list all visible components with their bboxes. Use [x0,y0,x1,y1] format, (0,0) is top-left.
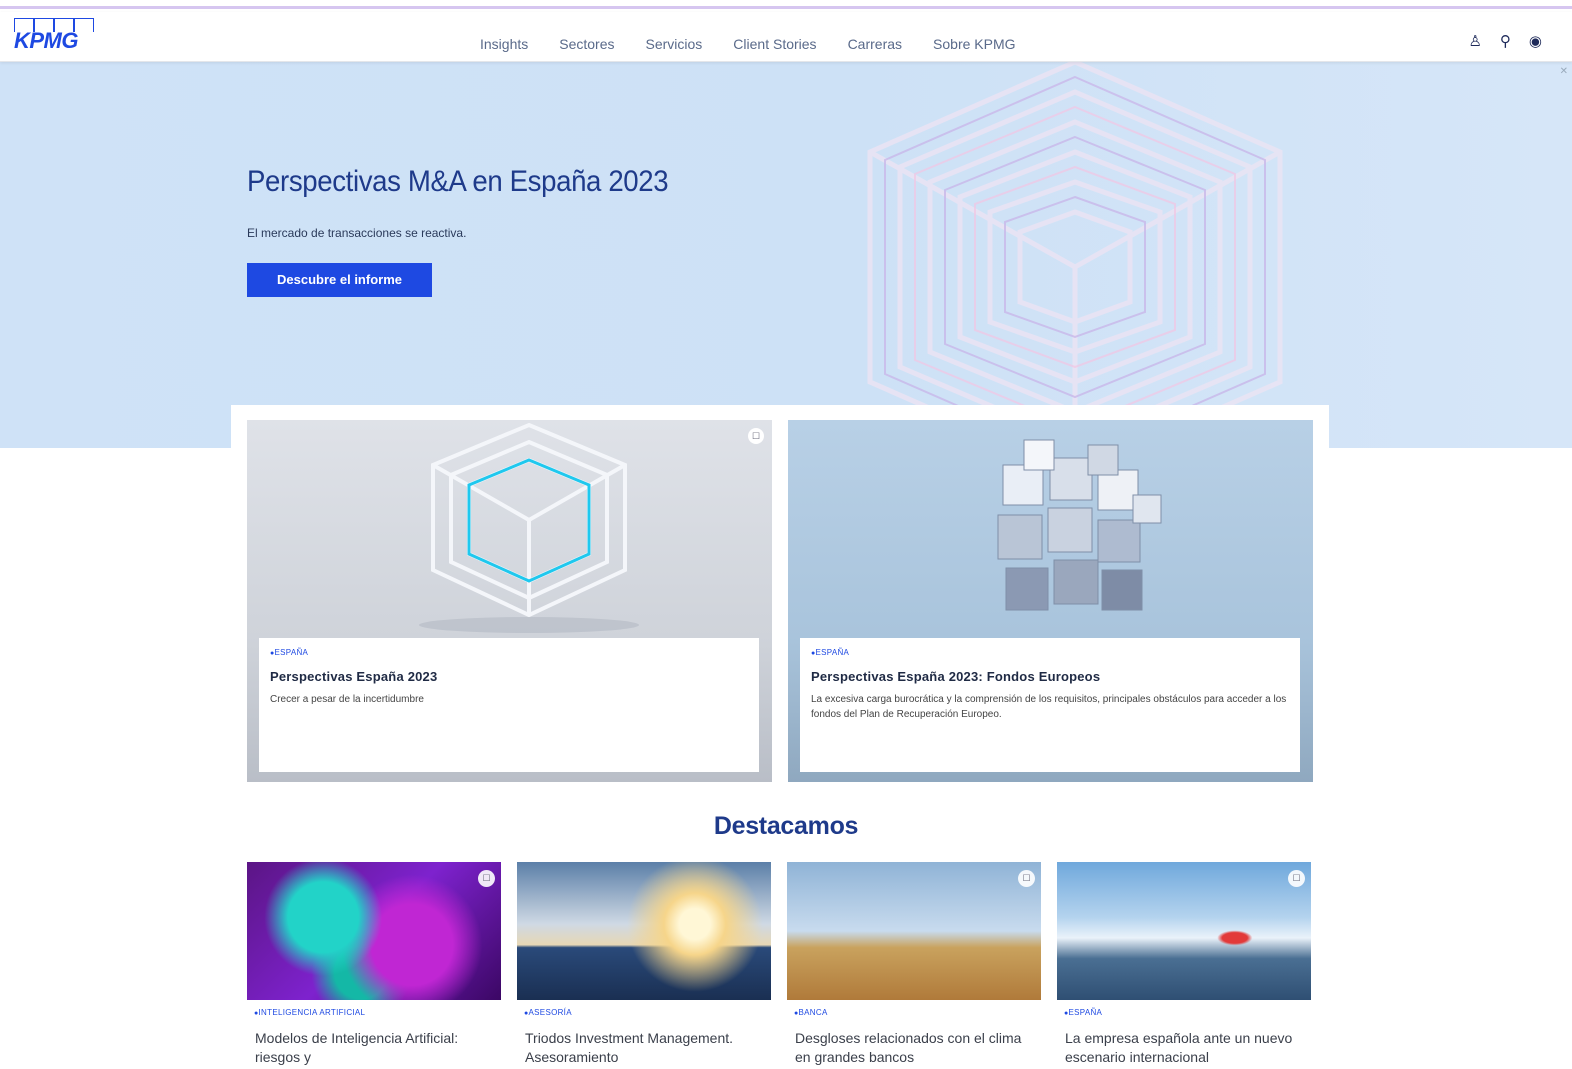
featured-image: ☐ [787,862,1041,1000]
globe-icon[interactable]: ◉ [1529,32,1542,50]
search-icon[interactable]: ⚲ [1500,32,1511,50]
featured-image: ☐ [1057,862,1311,1000]
featured-card[interactable]: ☐ ESPAÑA La empresa española ante un nue… [1057,862,1311,1067]
featured-title[interactable]: La empresa española ante un nuevo escena… [1065,1029,1305,1067]
wireframe-cube-image [419,422,639,633]
block-cube-image [997,439,1162,611]
featured-card[interactable]: ☐ INTELIGENCIA ARTIFICIAL Modelos de Int… [247,862,501,1067]
featured-tag: BANCA [794,1008,1041,1017]
card-tag: ESPAÑA [811,648,1289,657]
featured-image [517,862,771,1000]
perspective-card[interactable]: ☐ ESPAÑA Perspectivas España 2023 Crecer… [247,420,772,782]
nav-carreras[interactable]: Carreras [848,36,902,52]
header-icons: ♙ ⚲ ◉ [1468,32,1542,50]
top-accent-line [0,0,1572,9]
nav-servicios[interactable]: Servicios [646,36,703,52]
card-body: ESPAÑA Perspectivas España 2023 Crecer a… [259,638,759,772]
bookmark-icon[interactable]: ☐ [478,870,495,887]
featured-title[interactable]: Modelos de Inteligencia Artificial: ries… [255,1029,495,1067]
featured-title[interactable]: Desgloses relacionados con el clima en g… [795,1029,1035,1067]
close-icon[interactable]: ✕ [1560,66,1568,77]
featured-tag: ASESORÍA [524,1008,771,1017]
perspectives-panel: ☐ ESPAÑA Perspectivas España 2023 Crecer… [231,405,1329,797]
main-nav: Insights Sectores Servicios Client Stori… [480,36,1016,52]
card-description: Crecer a pesar de la incertidumbre [270,694,424,705]
featured-tag: ESPAÑA [1064,1008,1311,1017]
card-title[interactable]: Perspectivas España 2023: Fondos Europeo… [811,669,1289,684]
hero-subtitle: El mercado de transacciones se reactiva. [247,226,467,240]
perspective-card[interactable]: ESPAÑA Perspectivas España 2023: Fondos … [788,420,1313,782]
nav-client-stories[interactable]: Client Stories [733,36,816,52]
kpmg-logo[interactable]: KPMG [14,18,98,58]
bookmark-icon[interactable]: ☐ [748,428,764,444]
card-description: La excesiva carga burocrática y la compr… [811,694,1287,720]
featured-title[interactable]: Triodos Investment Management. Asesorami… [525,1029,765,1067]
featured-image: ☐ [247,862,501,1000]
discover-report-button[interactable]: Descubre el informe [247,263,432,297]
logo-wordmark: KPMG [14,28,79,53]
featured-section-title: Destacamos [713,812,859,840]
site-header: KPMG Insights Sectores Servicios Client … [0,12,1572,62]
hero-cube-image [867,62,1283,448]
bookmark-icon[interactable]: ☐ [1288,870,1305,887]
nav-sobre-kpmg[interactable]: Sobre KPMG [933,36,1015,52]
card-tag: ESPAÑA [270,648,748,657]
featured-tag: INTELIGENCIA ARTIFICIAL [254,1008,501,1017]
card-body: ESPAÑA Perspectivas España 2023: Fondos … [800,638,1300,772]
hero-title: Perspectivas M&A en España 2023 [247,165,669,198]
featured-card[interactable]: ASESORÍA Triodos Investment Management. … [517,862,771,1067]
featured-card[interactable]: ☐ BANCA Desgloses relacionados con el cl… [787,862,1041,1067]
card-title[interactable]: Perspectivas España 2023 [270,669,748,684]
nav-insights[interactable]: Insights [480,36,528,52]
featured-list: ☐ INTELIGENCIA ARTIFICIAL Modelos de Int… [247,862,1311,1067]
bookmark-icon[interactable]: ☐ [1018,870,1035,887]
hero-banner: Perspectivas M&A en España 2023 El merca… [0,62,1572,448]
nav-sectores[interactable]: Sectores [559,36,614,52]
user-icon[interactable]: ♙ [1468,32,1481,50]
